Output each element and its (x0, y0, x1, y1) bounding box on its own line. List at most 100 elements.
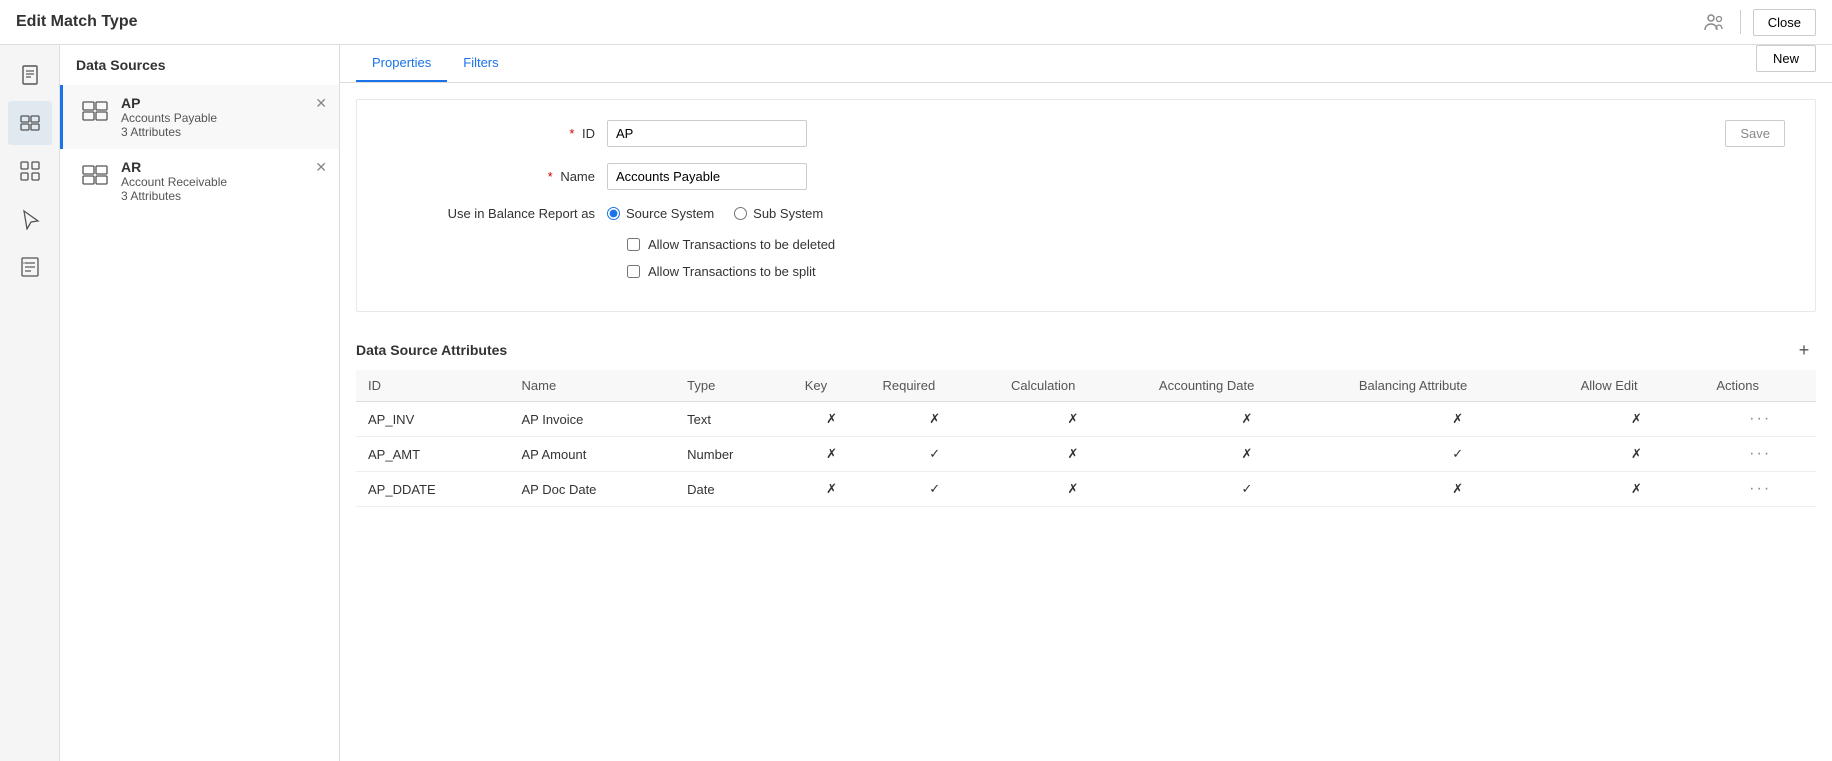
close-button[interactable]: Close (1753, 9, 1816, 36)
properties-form: * ID Save * Name Use (356, 99, 1816, 312)
table-cell: ✗ (793, 437, 871, 472)
table-cell: Text (675, 402, 793, 437)
name-label: * Name (387, 169, 607, 184)
table-cell-actions[interactable]: ··· (1704, 437, 1816, 472)
source-item-ar-id: AR (121, 159, 323, 175)
col-accounting-date: Accounting Date (1147, 370, 1347, 402)
source-item-ar-name: Account Receivable (121, 175, 323, 189)
sidebar-icons (0, 45, 60, 761)
table-cell: ✗ (793, 402, 871, 437)
form-row-allow-deleted: Allow Transactions to be deleted (387, 237, 1785, 252)
attributes-header: Data Source Attributes + (356, 328, 1816, 370)
table-cell: ✓ (870, 472, 999, 507)
source-item-ar-close[interactable]: ✕ (315, 159, 327, 176)
col-name: Name (510, 370, 676, 402)
sidebar-icon-grid[interactable] (8, 149, 52, 193)
table-cell: Date (675, 472, 793, 507)
table-cell: ✗ (1569, 437, 1705, 472)
col-balancing-attribute: Balancing Attribute (1347, 370, 1569, 402)
tab-filters[interactable]: Filters (447, 45, 514, 82)
row-actions-button[interactable]: ··· (1749, 410, 1771, 427)
table-cell: AP Invoice (510, 402, 676, 437)
col-actions: Actions (1704, 370, 1816, 402)
source-item-ap-close[interactable]: ✕ (315, 95, 327, 112)
header-divider (1740, 10, 1741, 34)
save-button[interactable]: Save (1725, 120, 1785, 147)
table-cell-actions[interactable]: ··· (1704, 472, 1816, 507)
content-area: Properties Filters * ID Save * (340, 45, 1832, 761)
table-cell: AP_AMT (356, 437, 510, 472)
radio-sub-system[interactable]: Sub System (734, 206, 823, 221)
radio-sub-system-label: Sub System (753, 206, 823, 221)
table-header-row: ID Name Type Key Required Calculation Ac… (356, 370, 1816, 402)
table-cell: ✓ (870, 437, 999, 472)
table-cell: ✓ (1147, 472, 1347, 507)
col-allow-edit: Allow Edit (1569, 370, 1705, 402)
sidebar-icon-datasource[interactable] (8, 101, 52, 145)
attributes-table: ID Name Type Key Required Calculation Ac… (356, 370, 1816, 507)
attributes-title: Data Source Attributes (356, 342, 507, 358)
table-cell: ✗ (999, 402, 1147, 437)
tabs-container: Properties Filters (340, 45, 1832, 83)
sidebar-icon-document[interactable] (8, 53, 52, 97)
form-row-allow-split: Allow Transactions to be split (387, 264, 1785, 279)
sidebar-icon-cursor[interactable] (8, 197, 52, 241)
add-attribute-button[interactable]: + (1792, 338, 1816, 362)
table-cell: AP_INV (356, 402, 510, 437)
source-item-ap-attrs: 3 Attributes (121, 125, 323, 139)
table-cell: Number (675, 437, 793, 472)
table-cell: ✗ (999, 437, 1147, 472)
col-required: Required (870, 370, 999, 402)
table-cell: AP Doc Date (510, 472, 676, 507)
source-item-ar[interactable]: AR Account Receivable 3 Attributes ✕ (60, 149, 339, 213)
table-cell: AP_DDATE (356, 472, 510, 507)
form-row-name: * Name (387, 163, 1785, 190)
source-item-ap-content: AP Accounts Payable 3 Attributes (121, 95, 323, 139)
table-row: AP_DDATEAP Doc DateDate✗✓✗✓✗✗··· (356, 472, 1816, 507)
id-required-star: * (569, 126, 574, 141)
table-cell: ✗ (1569, 472, 1705, 507)
row-actions-button[interactable]: ··· (1749, 480, 1771, 497)
table-cell-actions[interactable]: ··· (1704, 402, 1816, 437)
table-cell: ✗ (1569, 402, 1705, 437)
source-item-ar-icon (79, 159, 111, 191)
col-id: ID (356, 370, 510, 402)
allow-deleted-label: Allow Transactions to be deleted (648, 237, 835, 252)
header-actions: Close (1700, 8, 1816, 36)
page-title: Edit Match Type (16, 13, 138, 31)
table-cell: ✗ (793, 472, 871, 507)
main-layout: Data Sources AP Accounts Payable 3 Attri… (0, 45, 1832, 761)
data-sources-panel: Data Sources AP Accounts Payable 3 Attri… (60, 45, 340, 761)
attributes-section: Data Source Attributes + ID Name Type Ke… (356, 328, 1816, 507)
radio-source-system[interactable]: Source System (607, 206, 714, 221)
source-item-ar-content: AR Account Receivable 3 Attributes (121, 159, 323, 203)
radio-sub-system-input[interactable] (734, 207, 747, 220)
balance-report-label: Use in Balance Report as (387, 206, 607, 221)
balance-report-radio-group: Source System Sub System (607, 206, 823, 221)
tab-properties[interactable]: Properties (356, 45, 447, 82)
new-button-area: New (1756, 45, 1816, 72)
sidebar-icon-notes[interactable] (8, 245, 52, 289)
col-key: Key (793, 370, 871, 402)
id-input[interactable] (607, 120, 807, 147)
row-actions-button[interactable]: ··· (1749, 445, 1771, 462)
table-cell: ✗ (999, 472, 1147, 507)
app-header: Edit Match Type Close (0, 0, 1832, 45)
form-row-balance: Use in Balance Report as Source System S… (387, 206, 1785, 221)
allow-split-checkbox[interactable] (627, 265, 640, 278)
name-required-star: * (548, 169, 553, 184)
col-calculation: Calculation (999, 370, 1147, 402)
radio-source-system-label: Source System (626, 206, 714, 221)
source-item-ar-attrs: 3 Attributes (121, 189, 323, 203)
table-cell: ✗ (1147, 402, 1347, 437)
radio-source-system-input[interactable] (607, 207, 620, 220)
new-button[interactable]: New (1756, 45, 1816, 72)
allow-split-label: Allow Transactions to be split (648, 264, 816, 279)
table-row: AP_AMTAP AmountNumber✗✓✗✗✓✗··· (356, 437, 1816, 472)
allow-deleted-checkbox[interactable] (627, 238, 640, 251)
col-type: Type (675, 370, 793, 402)
source-item-ap-icon (79, 95, 111, 127)
name-input[interactable] (607, 163, 807, 190)
source-item-ap[interactable]: AP Accounts Payable 3 Attributes ✕ (60, 85, 339, 149)
table-cell: ✗ (1347, 472, 1569, 507)
